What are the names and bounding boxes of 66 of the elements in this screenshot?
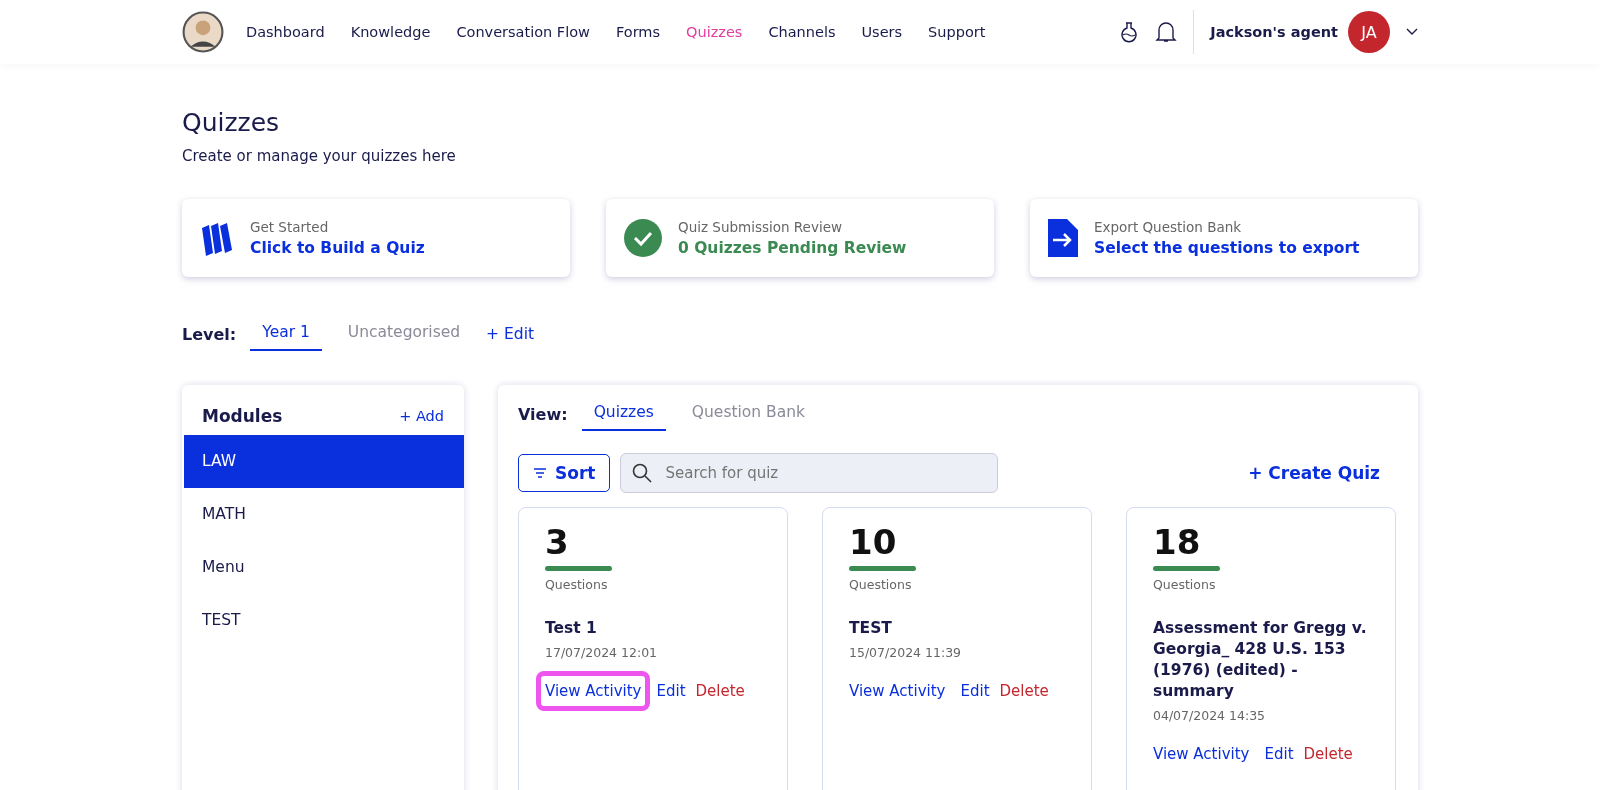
nav-link[interactable]: Channels bbox=[768, 24, 836, 40]
nav-link[interactable]: Knowledge bbox=[350, 24, 431, 40]
check-circle-icon bbox=[624, 219, 662, 257]
delete-link[interactable]: Delete bbox=[1303, 745, 1353, 763]
nav-link[interactable]: Dashboard bbox=[246, 24, 325, 40]
edit-link[interactable]: Edit bbox=[960, 682, 990, 700]
view-activity-link[interactable]: View Activity bbox=[536, 671, 651, 711]
add-link[interactable]: + Add bbox=[399, 408, 444, 424]
module-item[interactable]: TEST bbox=[184, 594, 464, 647]
shortcut-card[interactable]: Export Question Bank Select the questions to export bbox=[1030, 199, 1418, 277]
search-field[interactable]: Search for quiz bbox=[620, 453, 999, 493]
nav-link[interactable]: Conversation Flow bbox=[456, 24, 590, 40]
edit-link[interactable]: + Edit bbox=[486, 325, 535, 343]
questions-label: Questions bbox=[545, 577, 608, 592]
books-icon bbox=[200, 220, 234, 256]
nav-link[interactable]: Support bbox=[928, 24, 986, 40]
view-label: View: bbox=[518, 404, 568, 424]
level-tab[interactable]: Year 1 bbox=[250, 317, 322, 351]
view-activity-link[interactable]: View Activity bbox=[1144, 734, 1259, 774]
nav-link[interactable]: Quizzes bbox=[686, 24, 743, 40]
delete-link[interactable]: Delete bbox=[695, 682, 745, 700]
delete-link[interactable]: Delete bbox=[999, 682, 1049, 700]
shortcut-link[interactable]: Click to Build a Quiz bbox=[250, 239, 425, 257]
bell-icon[interactable] bbox=[1155, 20, 1178, 44]
user-avatar[interactable]: JA bbox=[1348, 11, 1390, 53]
view-tab[interactable]: Quizzes bbox=[581, 397, 666, 431]
flask-icon[interactable] bbox=[1119, 21, 1140, 43]
shortcut-card[interactable]: Get Started Click to Build a Quiz bbox=[182, 199, 570, 277]
shortcut-label: Quiz Submission Review bbox=[678, 219, 843, 235]
shortcut-label: Export Question Bank bbox=[1094, 219, 1243, 235]
avatar-icon[interactable] bbox=[182, 11, 224, 53]
level-tab[interactable]: Uncategorised bbox=[335, 317, 473, 351]
page-title: Quizzes bbox=[182, 108, 281, 137]
module-item[interactable]: MATH bbox=[184, 488, 464, 541]
shortcut-label: Get Started bbox=[250, 219, 330, 235]
question-count: 3 bbox=[545, 522, 569, 562]
shortcut-card[interactable]: Quiz Submission Review 0 Quizzes Pending Review bbox=[606, 199, 994, 277]
quiz-title: Test 1 bbox=[545, 618, 597, 639]
search-icon bbox=[632, 463, 653, 483]
sort-button[interactable]: Sort bbox=[518, 454, 611, 492]
edit-link[interactable]: Edit bbox=[1264, 745, 1294, 763]
questions-label: Questions bbox=[849, 577, 912, 592]
quiz-date: 17/07/2024 12:01 bbox=[545, 645, 658, 660]
page-subtitle: Create or manage your quizzes here bbox=[182, 147, 457, 165]
view-activity-link[interactable]: View Activity bbox=[840, 671, 955, 711]
filter-icon bbox=[533, 468, 547, 478]
quiz-date: 15/07/2024 11:39 bbox=[849, 645, 962, 660]
nav-link[interactable]: Forms bbox=[615, 24, 661, 40]
account-name[interactable]: Jackson's agent bbox=[1210, 24, 1338, 40]
level-label: Level: bbox=[182, 324, 237, 344]
modules-title: Modules bbox=[202, 406, 283, 426]
shortcut-link[interactable]: 0 Quizzes Pending Review bbox=[678, 239, 907, 257]
quiz-title: Assessment for Gregg v. Georgia_ 428 U.S. 153 (1976) (edited) - summary bbox=[1153, 618, 1368, 702]
document-arrow-icon bbox=[1048, 219, 1078, 257]
edit-link[interactable]: Edit bbox=[656, 682, 686, 700]
chevron-down-icon[interactable] bbox=[1406, 28, 1418, 36]
question-count: 10 bbox=[849, 522, 897, 562]
create-quiz-link[interactable]: + Create Quiz bbox=[1248, 463, 1380, 483]
questions-label: Questions bbox=[1153, 577, 1216, 592]
quiz-date: 04/07/2024 14:35 bbox=[1153, 708, 1266, 723]
quiz-title: TEST bbox=[849, 618, 892, 639]
question-count: 18 bbox=[1153, 522, 1201, 562]
nav-link[interactable]: Users bbox=[861, 24, 903, 40]
module-item[interactable]: LAW bbox=[184, 435, 464, 488]
shortcut-link[interactable]: Select the questions to export bbox=[1094, 239, 1360, 257]
module-item[interactable]: Menu bbox=[184, 541, 464, 594]
